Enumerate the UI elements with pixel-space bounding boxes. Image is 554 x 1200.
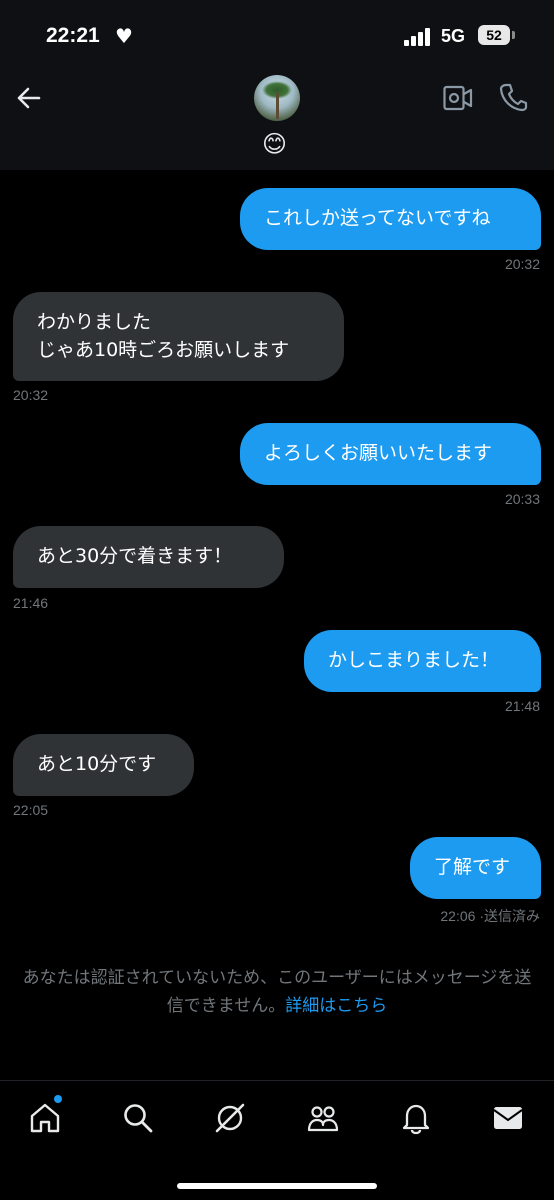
message-timestamp: 20:32 (504, 256, 540, 272)
status-time: 22:21 (46, 24, 100, 47)
nav-communities[interactable] (306, 1101, 340, 1135)
search-icon (124, 1104, 153, 1133)
message-bubble-incoming[interactable]: あと10分です (13, 734, 194, 796)
grok-icon (215, 1103, 245, 1133)
battery-icon (512, 31, 515, 39)
video-call-button[interactable] (443, 84, 473, 112)
message-bubble-outgoing[interactable]: かしこまりました！ (304, 630, 541, 692)
communities-icon (307, 1106, 339, 1132)
back-button[interactable] (14, 83, 44, 113)
learn-more-link[interactable]: 詳細はこちら (285, 996, 387, 1016)
message-list[interactable]: これしか送ってないですね 20:32 わかりました じゃあ10時ごろお願いします… (0, 170, 554, 1080)
home-icon (30, 1103, 60, 1133)
sent-receipt: 送信済み (484, 908, 540, 924)
battery-level: 52 (478, 25, 510, 45)
video-camera-icon (443, 85, 473, 111)
message-timestamp: 21:46 (13, 595, 49, 611)
avatar[interactable] (254, 75, 300, 121)
heart-icon: ♥ (115, 24, 133, 48)
nav-grok[interactable] (213, 1101, 247, 1135)
phone-icon (499, 83, 528, 112)
message-bubble-incoming[interactable]: あと30分で着きます！ (13, 526, 284, 588)
message-timestamp: 21:48 (504, 698, 540, 714)
nav-notifications[interactable] (399, 1101, 433, 1135)
notice-text: あなたは認証されていないため、このユーザーにはメッセージを送信できません。 (22, 968, 532, 1016)
network-type: 5G (441, 26, 466, 46)
message-timestamp: 22:05 (13, 802, 49, 818)
message-bubble-outgoing[interactable]: 了解です (410, 837, 541, 899)
status-emoji: 😊 (262, 130, 288, 158)
bottom-navigation (0, 1080, 554, 1200)
message-timestamp: 20:32 (13, 387, 49, 403)
conversation-header: 22:21 ♥ 5G 52 😊 (0, 0, 554, 170)
message-bubble-outgoing[interactable]: これしか送ってないですね (240, 188, 541, 250)
cannot-message-notice: あなたは認証されていないため、このユーザーにはメッセージを送信できません。詳細は… (18, 964, 536, 1020)
message-timestamp: 22:06 (440, 908, 476, 924)
message-status: 22:06 ·送信済み (440, 906, 540, 926)
messages-icon (493, 1107, 523, 1129)
home-indicator[interactable] (177, 1183, 377, 1189)
nav-home[interactable] (28, 1101, 62, 1135)
message-bubble-incoming[interactable]: わかりました じゃあ10時ごろお願いします (13, 292, 344, 381)
notification-dot (54, 1095, 62, 1103)
notifications-icon (402, 1104, 430, 1135)
signal-icon (404, 28, 434, 46)
nav-messages[interactable] (491, 1101, 525, 1135)
message-bubble-outgoing[interactable]: よろしくお願いいたします (240, 423, 541, 485)
voice-call-button[interactable] (498, 82, 528, 112)
nav-search[interactable] (121, 1101, 155, 1135)
message-timestamp: 20:33 (504, 491, 540, 507)
back-arrow-icon (17, 87, 41, 109)
